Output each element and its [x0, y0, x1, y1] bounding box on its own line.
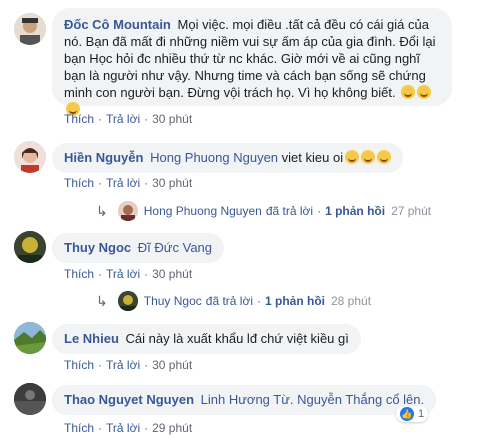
comment-time[interactable]: 30 phút [152, 176, 192, 190]
mention-tag[interactable]: Hong Phuong Nguyen [150, 150, 278, 165]
like-icon: 👍 [400, 407, 414, 421]
comment-bubble: Thuy Ngoc Đĩ Đức Vang [52, 233, 225, 263]
comment-bubble: Thao Nguyet Nguyen Linh Hương Từ. Nguyễn… [52, 385, 437, 415]
avatar[interactable] [14, 141, 46, 173]
like-link[interactable]: Thích [64, 421, 94, 435]
separator: · [98, 421, 103, 435]
reply-author: Hong Phuong Nguyen [143, 204, 262, 218]
comment-time[interactable]: 30 phút [152, 112, 192, 126]
separator: · [98, 176, 103, 190]
comment-time[interactable]: 30 phút [152, 358, 192, 372]
separator: · [144, 358, 149, 372]
comment-bubble: Le Nhieu Cái này là xuất khẩu lđ chứ việ… [52, 324, 361, 354]
mention-text[interactable]: Nguyễn Thắng cổ lên. [297, 392, 424, 407]
comment-bubble: Hiền Nguyễn Hong Phuong Nguyen viet kieu… [52, 143, 404, 173]
comment-actions: Thích · Trả lời · 30 phút [64, 358, 192, 372]
separator: · [144, 112, 149, 126]
reply-arrow-icon: ↳ [96, 292, 108, 309]
view-replies[interactable]: ↳ Thuy Ngoc đã trả lời · 1 phản hồi 28 p… [96, 291, 371, 311]
separator: · [317, 204, 322, 218]
separator: · [98, 358, 103, 372]
reply-time: 28 phút [331, 294, 372, 308]
reply-count: 1 phản hồi [325, 204, 386, 218]
separator: · [257, 294, 261, 308]
reply-count: 1 phản hồi [265, 294, 325, 308]
reply-author: Thuy Ngoc [143, 294, 202, 308]
comment-actions: Thích · Trả lời · 30 phút [64, 112, 192, 126]
laugh-emoji [345, 150, 360, 164]
avatar[interactable] [14, 383, 46, 415]
comment-author[interactable]: Thao Nguyet Nguyen [64, 392, 194, 407]
avatar [117, 291, 138, 311]
comment-time[interactable]: 30 phút [152, 267, 192, 281]
reaction-count: 1 [418, 408, 425, 420]
comment-actions: Thích · Trả lời · 29 phút [64, 421, 192, 435]
comment-text: Cái này là xuất khẩu lđ chứ việt kiều gì [125, 331, 349, 346]
comment-actions: Thích · Trả lời · 30 phút [64, 176, 192, 190]
reply-action: đã trả lời [205, 294, 253, 308]
mention-tag[interactable]: Linh Hương Từ. [201, 392, 294, 407]
avatar [117, 201, 138, 221]
smile-emoji [417, 85, 432, 99]
reply-action: đã trả lời [265, 204, 314, 218]
avatar[interactable] [14, 13, 46, 45]
like-link[interactable]: Thích [64, 267, 94, 281]
separator: · [144, 176, 149, 190]
like-link[interactable]: Thích [64, 176, 94, 190]
comment-bubble: Đốc Cô Mountain Mọi việc. mọi điều .tất … [52, 8, 452, 116]
reply-link[interactable]: Trả lời [106, 358, 140, 372]
separator: · [144, 421, 149, 435]
view-replies[interactable]: ↳ Hong Phuong Nguyen đã trả lời · 1 phản… [96, 201, 431, 221]
avatar[interactable] [14, 231, 46, 263]
reply-arrow-icon: ↳ [96, 202, 108, 219]
like-link[interactable]: Thích [64, 112, 94, 126]
comment-author[interactable]: Đốc Cô Mountain [64, 17, 171, 32]
like-link[interactable]: Thích [64, 358, 94, 372]
comment-time[interactable]: 29 phút [152, 421, 192, 435]
separator: · [144, 267, 149, 281]
avatar[interactable] [14, 322, 46, 354]
reaction-summary[interactable]: 👍 1 [396, 406, 429, 422]
smile-emoji [401, 85, 416, 99]
reply-link[interactable]: Trả lời [106, 421, 140, 435]
comment-author[interactable]: Thuy Ngoc [64, 240, 131, 255]
laugh-emoji [361, 150, 376, 164]
comment-author[interactable]: Le Nhieu [64, 331, 119, 346]
reply-link[interactable]: Trả lời [106, 112, 140, 126]
comment-author[interactable]: Hiền Nguyễn [64, 150, 143, 165]
reply-link[interactable]: Trả lời [106, 176, 140, 190]
separator: · [98, 112, 103, 126]
separator: · [98, 267, 103, 281]
comment-actions: Thích · Trả lời · 30 phút [64, 267, 192, 281]
laugh-emoji [377, 150, 392, 164]
comment-text: viet kieu oi [281, 150, 344, 165]
reply-time: 27 phút [391, 204, 432, 218]
mention-tag[interactable]: Đĩ Đức Vang [138, 240, 212, 255]
reply-link[interactable]: Trả lời [106, 267, 140, 281]
